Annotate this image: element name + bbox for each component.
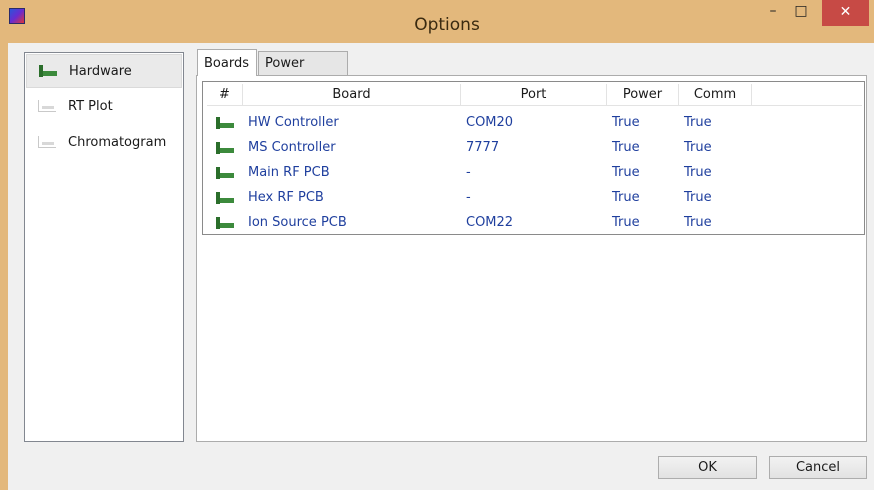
board-name: Hex RF PCB — [248, 190, 324, 205]
table-row[interactable]: Ion Source PCB COM22 True True — [207, 210, 862, 235]
window-title: Options — [414, 15, 480, 35]
plot-icon — [38, 100, 56, 112]
cancel-button[interactable]: Cancel — [769, 456, 867, 479]
board-name: Main RF PCB — [248, 165, 330, 180]
board-name: MS Controller — [248, 140, 336, 155]
board-port: - — [466, 190, 471, 205]
close-button[interactable]: ✕ — [822, 0, 869, 26]
options-window: Options – □ ✕ Hardware RT Plot Chromatog… — [0, 0, 874, 490]
tab-power-cycle[interactable]: Power Cycle — [258, 51, 348, 94]
board-power: True — [612, 115, 640, 130]
table-row[interactable]: MS Controller 7777 True True — [207, 135, 862, 160]
table-row[interactable]: Main RF PCB - True True — [207, 160, 862, 185]
board-name: HW Controller — [248, 115, 339, 130]
board-power: True — [612, 215, 640, 230]
ok-button[interactable]: OK — [658, 456, 757, 479]
nav-item-rt-plot[interactable]: RT Plot — [26, 89, 182, 123]
board-port: COM22 — [466, 215, 514, 230]
board-comm: True — [684, 190, 712, 205]
nav-item-chromatogram[interactable]: Chromatogram — [26, 125, 182, 159]
nav-item-label: Hardware — [69, 63, 132, 79]
board-comm: True — [684, 115, 712, 130]
column-header-comm[interactable]: Comm — [679, 84, 752, 106]
board-power: True — [612, 140, 640, 155]
plot-icon — [38, 136, 56, 148]
circuit-board-icon — [216, 217, 234, 229]
board-comm: True — [684, 140, 712, 155]
grid-header: # Board Port Power Comm — [207, 84, 862, 106]
board-power: True — [612, 165, 640, 180]
maximize-button[interactable]: □ — [785, 0, 817, 26]
table-row[interactable]: Hex RF PCB - True True — [207, 185, 862, 210]
column-header-port[interactable]: Port — [461, 84, 607, 106]
board-port: COM20 — [466, 115, 514, 130]
boards-tab-panel: # Board Port Power Comm HW Controller CO… — [196, 75, 867, 442]
options-category-list: Hardware RT Plot Chromatogram — [24, 52, 184, 442]
circuit-board-icon — [216, 117, 234, 129]
column-header-index[interactable]: # — [207, 84, 243, 106]
tab-boards[interactable]: Boards — [197, 49, 257, 76]
board-port: 7777 — [466, 140, 500, 155]
nav-item-hardware[interactable]: Hardware — [26, 54, 182, 88]
board-comm: True — [684, 165, 712, 180]
circuit-board-icon — [216, 192, 234, 204]
board-name: Ion Source PCB — [248, 215, 347, 230]
title-bar[interactable]: Options – □ ✕ — [0, 0, 874, 42]
board-comm: True — [684, 215, 712, 230]
nav-item-label: RT Plot — [68, 98, 113, 114]
circuit-board-icon — [216, 167, 234, 179]
board-port: - — [466, 165, 471, 180]
boards-grid[interactable]: # Board Port Power Comm HW Controller CO… — [202, 81, 865, 235]
nav-item-label: Chromatogram — [68, 134, 167, 150]
circuit-board-icon — [216, 142, 234, 154]
dialog-client-area: Hardware RT Plot Chromatogram Boards Pow… — [8, 43, 874, 490]
column-header-power[interactable]: Power — [607, 84, 679, 106]
circuit-board-icon — [39, 65, 57, 77]
board-power: True — [612, 190, 640, 205]
column-header-board[interactable]: Board — [243, 84, 461, 106]
table-row[interactable]: HW Controller COM20 True True — [207, 110, 862, 135]
